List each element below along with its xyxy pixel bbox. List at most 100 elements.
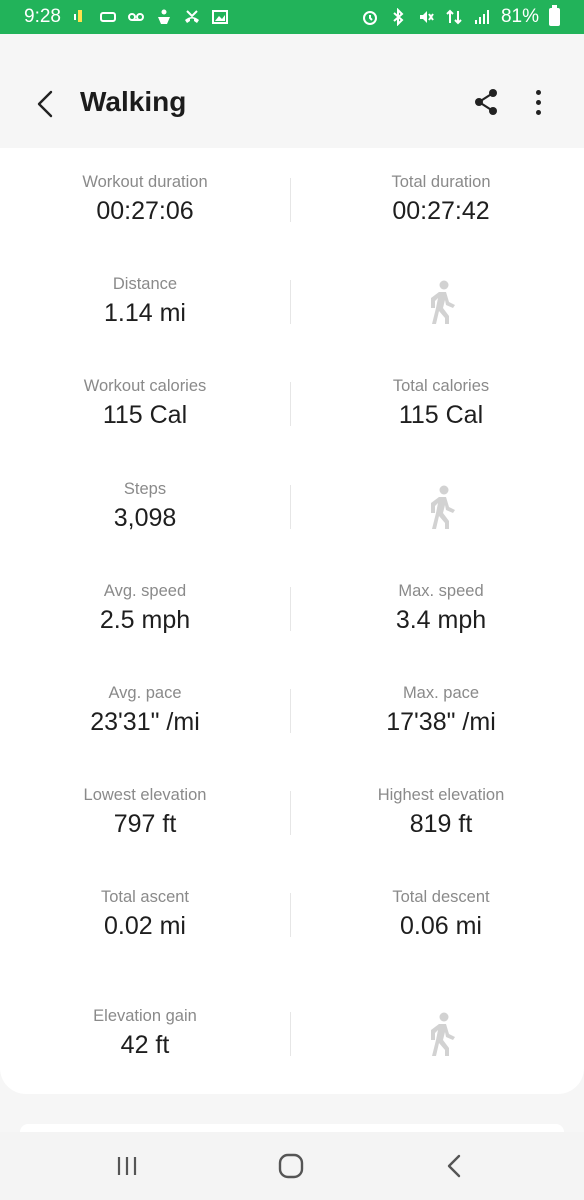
stat-value: 115 Cal [398, 401, 484, 429]
stat-value: 00:27:42 [392, 197, 490, 225]
stat-max-speed: Max. speed 3.4 mph [296, 581, 584, 637]
data-icon [446, 9, 462, 25]
stat-row: Elevation gain 42 ft [0, 982, 584, 1062]
stat-workout-duration: Workout duration 00:27:06 [0, 172, 290, 228]
stat-label: Steps [123, 480, 167, 498]
voicemail-icon [127, 13, 144, 21]
recent-apps-icon [117, 1157, 137, 1175]
stat-max-pace: Max. pace 17'38" /mi [296, 683, 584, 739]
workout-stats-card: Workout duration 00:27:06 Total duration… [0, 148, 584, 1094]
divider [290, 382, 291, 426]
battery-percent: 81% [500, 6, 539, 27]
status-bar: 9:28 81% [0, 0, 584, 34]
status-right: 81% [361, 5, 560, 28]
stat-label: Max. pace [402, 684, 480, 702]
divider [290, 689, 291, 733]
stat-value: 0.06 mi [400, 912, 482, 940]
walking-person-icon [431, 485, 455, 529]
stat-label: Total duration [391, 173, 491, 191]
stat-steps: Steps 3,098 [0, 479, 290, 535]
bluetooth-icon [393, 8, 404, 26]
image-icon [211, 10, 228, 24]
stat-value: 3,098 [113, 504, 177, 532]
status-left: 9:28 [24, 6, 229, 28]
stat-value: 23'31" /mi [90, 708, 200, 736]
stat-label: Workout calories [83, 377, 207, 395]
stat-value: 00:27:06 [96, 197, 194, 225]
stat-value: 2.5 mph [99, 606, 191, 634]
stat-value: 0.02 mi [104, 912, 186, 940]
stat-avg-pace: Avg. pace 23'31" /mi [0, 683, 290, 739]
share-button[interactable] [468, 84, 504, 120]
stat-row: Workout duration 00:27:06 Total duration… [0, 148, 584, 228]
stat-total-ascent: Total ascent 0.02 mi [0, 887, 290, 943]
stat-row: Lowest elevation 797 ft Highest elevatio… [0, 761, 584, 841]
chevron-left-icon [37, 90, 53, 118]
stat-label: Lowest elevation [83, 786, 207, 804]
stat-label: Distance [112, 275, 178, 293]
back-button[interactable] [26, 86, 62, 122]
divider [290, 178, 291, 222]
more-dot-icon [535, 109, 541, 115]
stat-row: Total ascent 0.02 mi Total descent 0.06 … [0, 863, 584, 943]
alarm-icon [362, 11, 377, 25]
divider [290, 587, 291, 631]
signal-icon [474, 10, 489, 24]
stat-label: Elevation gain [93, 1007, 197, 1025]
stat-row: Distance 1.14 mi [0, 250, 584, 330]
stat-label: Max. speed [398, 582, 484, 600]
more-options-button[interactable] [522, 84, 554, 120]
stat-value: 115 Cal [102, 401, 188, 429]
stat-row: Avg. pace 23'31" /mi Max. pace 17'38" /m… [0, 659, 584, 739]
accessibility-icon [157, 9, 170, 24]
recent-apps-button[interactable] [107, 1150, 147, 1182]
walking-person-icon [431, 280, 455, 324]
stat-value: 42 ft [120, 1031, 170, 1059]
stat-row: Steps 3,098 [0, 455, 584, 535]
divider [290, 280, 291, 324]
system-nav-bar [0, 1132, 584, 1200]
android-debug-icon [73, 10, 82, 22]
home-button[interactable] [271, 1150, 311, 1182]
stat-value: 819 ft [409, 810, 473, 838]
app-header: Walking [0, 34, 584, 148]
stat-total-duration: Total duration 00:27:42 [296, 172, 584, 228]
stat-label: Avg. speed [103, 582, 187, 600]
back-arrow-icon [447, 1154, 461, 1178]
stat-row: Workout calories 115 Cal Total calories … [0, 352, 584, 432]
stat-lowest-elevation: Lowest elevation 797 ft [0, 785, 290, 841]
stat-total-calories: Total calories 115 Cal [296, 376, 584, 432]
more-dot-icon [535, 89, 541, 95]
divider [290, 791, 291, 835]
missed-call-icon [184, 10, 199, 23]
stat-label: Highest elevation [377, 786, 505, 804]
stat-label: Total descent [392, 888, 490, 906]
stat-row: Avg. speed 2.5 mph Max. speed 3.4 mph [0, 557, 584, 637]
stat-label: Total ascent [100, 888, 190, 906]
share-icon [475, 89, 497, 115]
status-time: 9:28 [24, 6, 61, 27]
nav-back-button[interactable] [434, 1150, 474, 1182]
divider [290, 485, 291, 529]
stat-elevation-gain: Elevation gain 42 ft [0, 1006, 290, 1062]
home-icon [278, 1153, 304, 1179]
divider [290, 893, 291, 937]
stat-distance: Distance 1.14 mi [0, 274, 290, 330]
stat-avg-speed: Avg. speed 2.5 mph [0, 581, 290, 637]
stat-highest-elevation: Highest elevation 819 ft [296, 785, 584, 841]
stat-value: 797 ft [113, 810, 177, 838]
page-title: Walking [80, 86, 187, 117]
divider [290, 1012, 291, 1056]
stat-label: Workout duration [82, 173, 208, 191]
stat-label: Avg. pace [108, 684, 182, 702]
more-dot-icon [535, 99, 541, 105]
battery-icon [549, 5, 560, 26]
mute-icon [419, 11, 434, 23]
walking-person-icon [431, 1012, 455, 1056]
stat-value: 3.4 mph [395, 606, 487, 634]
stat-label: Total calories [392, 377, 490, 395]
stat-value: 1.14 mi [104, 299, 186, 327]
stat-value: 17'38" /mi [386, 708, 496, 736]
stat-workout-calories: Workout calories 115 Cal [0, 376, 290, 432]
stat-total-descent: Total descent 0.06 mi [296, 887, 584, 943]
